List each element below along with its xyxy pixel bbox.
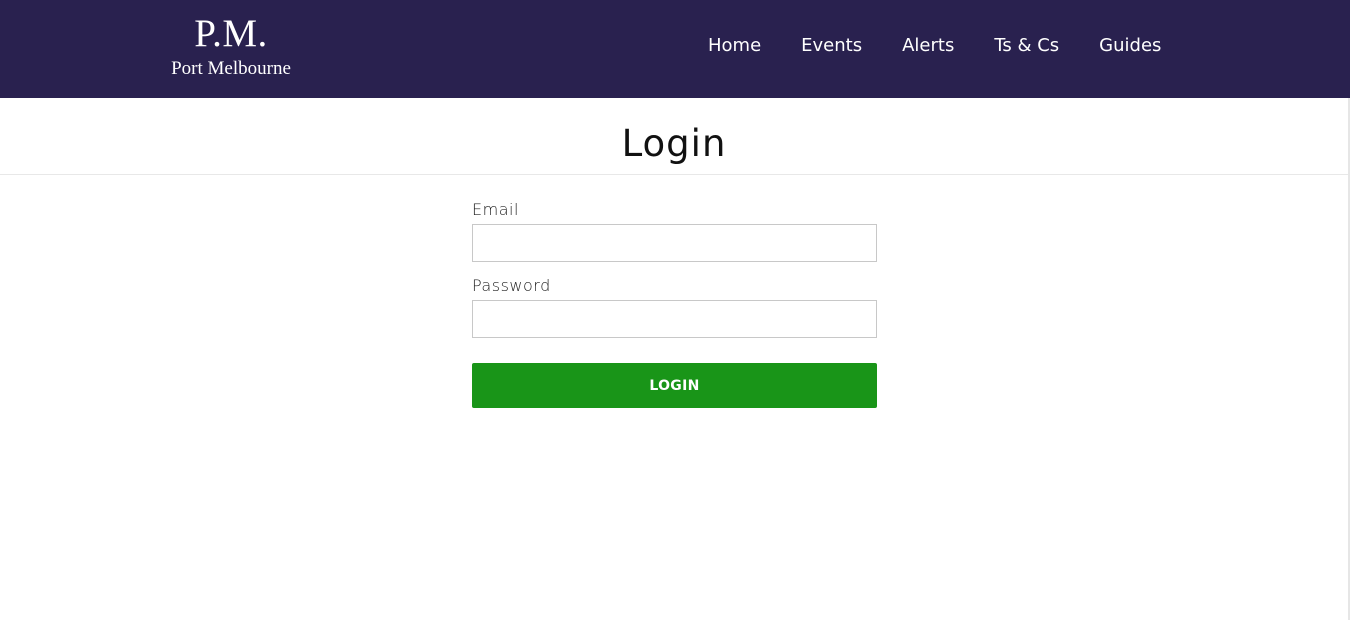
password-field-group: Password [472,276,877,352]
brand-logo-link[interactable]: P.M. Port Melbourne [150,12,312,81]
brand-subtitle: Port Melbourne [171,58,291,79]
email-field-group: Email [472,200,877,276]
nav-link-events[interactable]: Events [781,30,882,62]
login-button[interactable]: LOGIN [472,363,877,408]
page: P.M. Port Melbourne Home Events Alerts T… [0,0,1350,620]
password-input[interactable] [472,300,877,338]
page-title: Login [621,122,727,165]
navbar: P.M. Port Melbourne Home Events Alerts T… [0,0,1350,98]
title-band: Login [0,98,1348,175]
nav-link-home[interactable]: Home [688,30,781,62]
nav-link-alerts[interactable]: Alerts [882,30,974,62]
main-nav: Home Events Alerts Ts & Cs Guides [688,30,1181,62]
email-input[interactable] [472,224,877,262]
brand-mark: P.M. [194,12,268,55]
login-form: Email Password LOGIN [472,200,877,408]
email-label: Email [472,200,519,219]
password-label: Password [472,276,551,295]
nav-link-terms[interactable]: Ts & Cs [974,30,1079,62]
nav-link-guides[interactable]: Guides [1079,30,1181,62]
